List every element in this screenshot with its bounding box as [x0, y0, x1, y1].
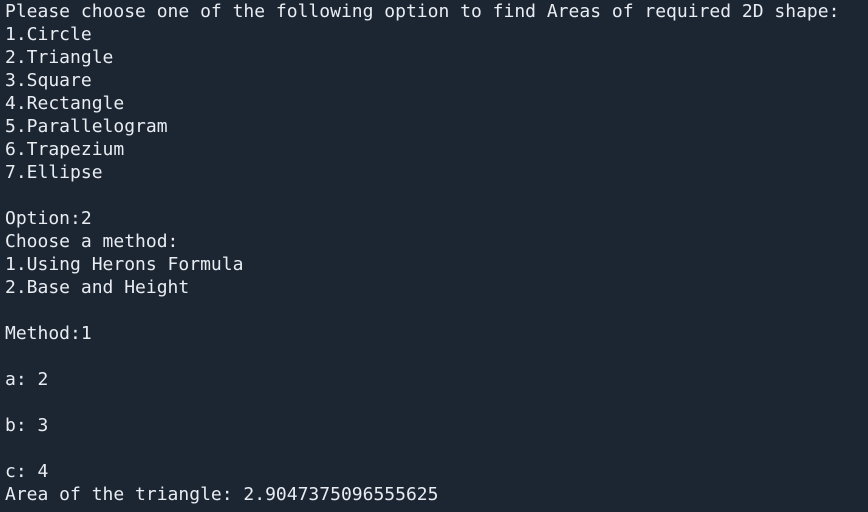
menu-option-parallelogram: 5.Parallelogram	[5, 116, 168, 137]
menu-option-circle: 1.Circle	[5, 24, 92, 45]
menu-option-ellipse: 7.Ellipse	[5, 162, 103, 183]
result-line: Area of the triangle: 2.9047375096555625	[5, 484, 439, 505]
menu-option-rectangle: 4.Rectangle	[5, 93, 125, 114]
method-option-herons: 1.Using Herons Formula	[5, 254, 244, 275]
method-prompt-line: Choose a method:	[5, 231, 179, 252]
side-b-input-line: b: 3	[5, 415, 49, 436]
method-input-line: Method:1	[5, 323, 92, 344]
terminal-output: Please choose one of the following optio…	[0, 0, 868, 512]
side-c-input-line: c: 4	[5, 461, 49, 482]
prompt-line: Please choose one of the following optio…	[5, 1, 840, 22]
method-option-base-height: 2.Base and Height	[5, 277, 190, 298]
menu-option-square: 3.Square	[5, 70, 92, 91]
menu-option-triangle: 2.Triangle	[5, 47, 114, 68]
menu-option-trapezium: 6.Trapezium	[5, 139, 125, 160]
option-input-line: Option:2	[5, 208, 92, 229]
side-a-input-line: a: 2	[5, 369, 49, 390]
